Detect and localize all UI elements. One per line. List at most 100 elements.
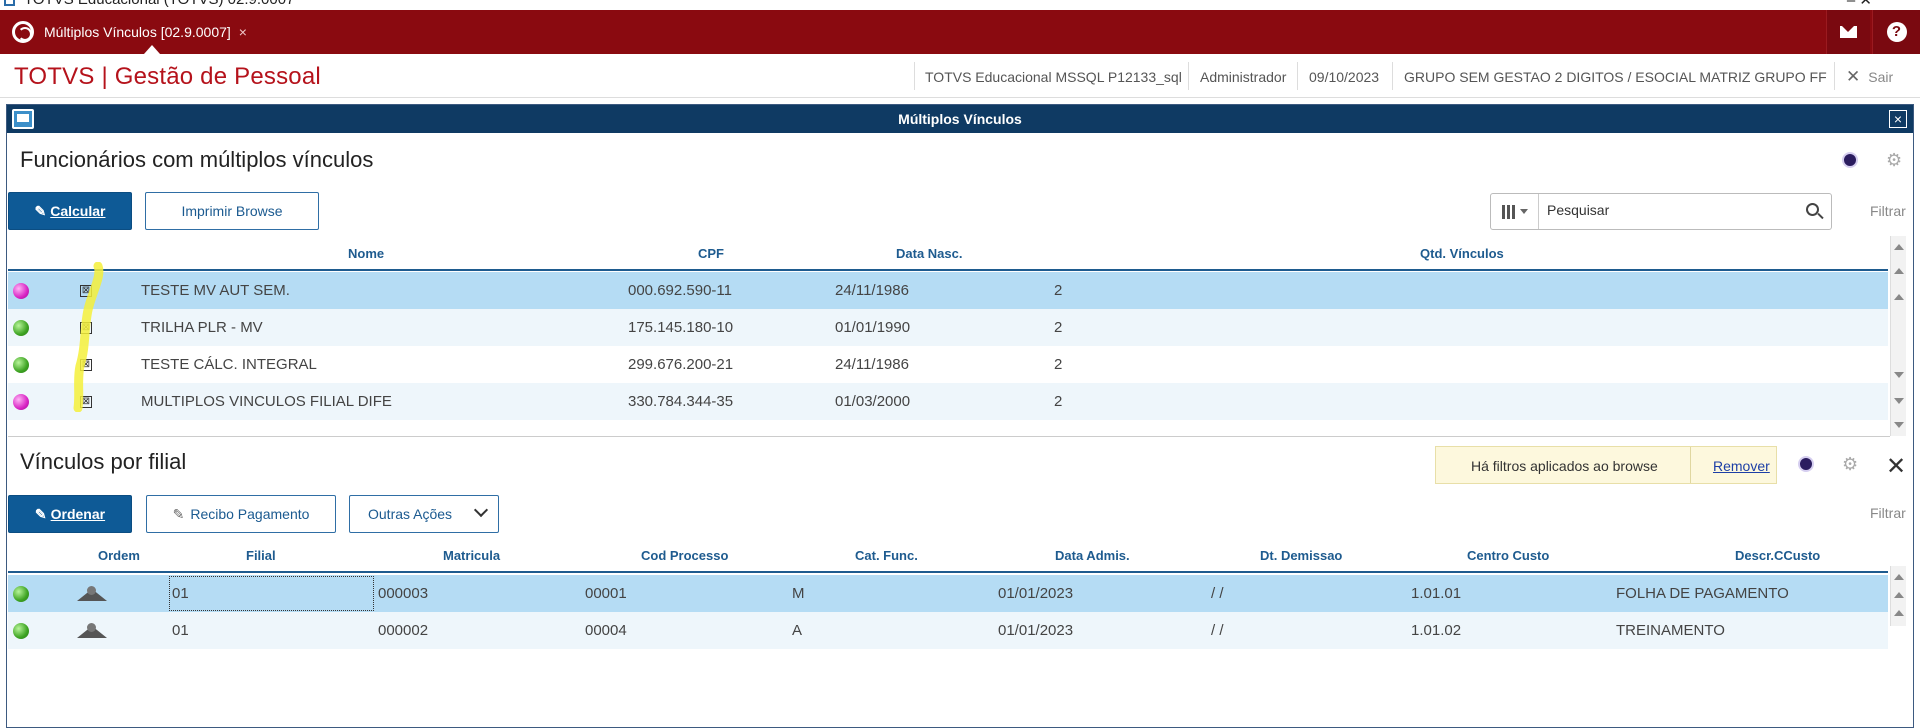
ordenar-label: Ordenar: [50, 506, 106, 522]
recibo-pagamento-button[interactable]: ✎ Recibo Pagamento: [146, 495, 336, 533]
cell-qtd: 2: [1054, 282, 1063, 299]
col-header-centro-custo[interactable]: Centro Custo: [1467, 548, 1549, 563]
cell-data-admis: 01/01/2023: [998, 585, 1074, 602]
col-header-data-nasc[interactable]: Data Nasc.: [896, 246, 962, 261]
scroll-top-icon[interactable]: [1894, 244, 1904, 250]
col-header-data-admis[interactable]: Data Admis.: [1055, 548, 1130, 563]
cell-matricula: 000003: [378, 585, 429, 602]
tab-multiplos-vinculos[interactable]: Múltiplos Vínculos [02.9.0007] ×: [44, 18, 247, 46]
tab-close-icon[interactable]: ×: [239, 24, 247, 40]
recibo-pagamento-label: Recibo Pagamento: [190, 506, 310, 522]
table-row[interactable]: ⊠ TESTE CÁLC. INTEGRAL 299.676.200-21 24…: [8, 346, 1888, 383]
scroll-page-up-icon[interactable]: [1894, 592, 1904, 598]
focused-cell[interactable]: [169, 576, 374, 611]
scroll-top-icon[interactable]: [1894, 574, 1904, 580]
scroll-page-up-icon[interactable]: [1894, 268, 1904, 274]
os-window-controls[interactable]: – ✕: [1847, 0, 1872, 9]
col-header-descr-ccusto[interactable]: Descr.CCusto: [1735, 548, 1820, 563]
table-row[interactable]: ⊠ TRILHA PLR - MV 175.145.180-10 01/01/1…: [8, 309, 1888, 346]
cell-cod-processo: 00001: [585, 585, 627, 602]
status-led-icon: [13, 283, 29, 299]
os-window-title: TOTVS Educacional (TOTVS) 02.9.0007: [24, 0, 294, 8]
search-icon[interactable]: [1806, 203, 1819, 216]
cell-data-nasc: 24/11/1986: [835, 356, 909, 373]
scroll-bottom-icon[interactable]: [1894, 422, 1904, 428]
cell-cat-func: A: [792, 622, 803, 639]
person-icon: [77, 586, 107, 601]
environment-label[interactable]: TOTVS Educacional MSSQL P12133_sql: [925, 69, 1182, 85]
active-tab-caret: [144, 45, 160, 54]
col-header-filial[interactable]: Filial: [246, 548, 276, 563]
chevron-down-icon: [1519, 209, 1528, 214]
status-led-icon: [13, 357, 29, 373]
cell-nome: TRILHA PLR - MV: [141, 319, 263, 336]
cell-qtd: 2: [1054, 356, 1063, 373]
table-row[interactable]: 01 000002 00004 A 01/01/2023 / / 1.01.02…: [8, 612, 1888, 649]
top-bar: Múltiplos Vínculos [02.9.0007] × ?: [0, 10, 1920, 54]
help-button[interactable]: ?: [1872, 10, 1920, 54]
filtrar-link[interactable]: Filtrar: [1870, 505, 1906, 521]
calcular-button[interactable]: ✎ Calcular: [8, 192, 132, 230]
search-input[interactable]: [1547, 202, 1777, 218]
cell-qtd: 2: [1054, 393, 1063, 410]
window-close-button[interactable]: ×: [1889, 110, 1907, 128]
exit-button[interactable]: ✕ Sair: [1846, 67, 1893, 87]
grid-scrollbar[interactable]: [1890, 236, 1906, 436]
window-icon: [12, 109, 34, 129]
cell-cat-func: M: [792, 585, 805, 602]
table-row[interactable]: ⊠ MULTIPLOS VINCULOS FILIAL DIFE 330.784…: [8, 383, 1888, 420]
cell-descr-ccusto: TREINAMENTO: [1616, 622, 1725, 639]
pencil-icon: ✎: [172, 505, 185, 522]
date-label[interactable]: 09/10/2023: [1309, 69, 1379, 85]
col-header-matricula[interactable]: Matricula: [443, 548, 500, 563]
remove-filter-link[interactable]: Remover: [1713, 458, 1770, 474]
col-header-nome[interactable]: Nome: [348, 246, 384, 261]
browse-config-icon[interactable]: [1842, 152, 1858, 168]
close-icon[interactable]: ✕: [1886, 452, 1906, 481]
scroll-up-icon[interactable]: [1894, 610, 1904, 616]
status-led-icon: [13, 394, 29, 410]
cell-nome: TESTE CÁLC. INTEGRAL: [141, 356, 317, 373]
cell-cod-processo: 00004: [585, 622, 627, 639]
search-box[interactable]: [1490, 193, 1832, 230]
col-header-qtd-vinculos[interactable]: Qtd. Vínculos: [1420, 246, 1504, 261]
grid-scrollbar[interactable]: [1890, 566, 1906, 626]
app-header: TOTVS | Gestão de Pessoal TOTVS Educacio…: [0, 54, 1920, 98]
totvs-logo-icon[interactable]: [12, 21, 34, 43]
highlighter-annotation: [73, 262, 104, 412]
cell-cpf: 299.676.200-21: [628, 356, 734, 373]
col-header-ordem[interactable]: Ordem: [98, 548, 140, 563]
scroll-page-down-icon[interactable]: [1894, 398, 1904, 404]
col-header-dt-demissao[interactable]: Dt. Demissao: [1260, 548, 1342, 563]
section-title-funcionarios: Funcionários com múltiplos vínculos: [20, 147, 374, 172]
col-header-cod-processo[interactable]: Cod Processo: [641, 548, 728, 563]
columns-selector[interactable]: [1491, 194, 1539, 229]
cell-nome: MULTIPLOS VINCULOS FILIAL DIFE: [141, 393, 392, 410]
cell-data-nasc: 01/03/2000: [835, 393, 911, 410]
cell-filial: 01: [172, 585, 189, 602]
columns-icon: [1501, 204, 1515, 219]
cell-centro-custo: 1.01.02: [1411, 622, 1462, 639]
scroll-up-icon[interactable]: [1894, 294, 1904, 300]
header-divider: [1392, 62, 1393, 90]
gear-icon[interactable]: ⚙: [1886, 150, 1902, 171]
company-label[interactable]: GRUPO SEM GESTAO 2 DIGITOS / ESOCIAL MAT…: [1404, 69, 1827, 85]
col-header-cpf[interactable]: CPF: [698, 246, 724, 261]
col-header-cat-func[interactable]: Cat. Func.: [855, 548, 918, 563]
mail-button[interactable]: [1826, 10, 1870, 54]
scroll-down-icon[interactable]: [1894, 372, 1904, 378]
chevron-down-icon: [473, 502, 489, 518]
browse-config-icon[interactable]: [1798, 456, 1814, 472]
table-row[interactable]: ⊠ TESTE MV AUT SEM. 000.692.590-11 24/11…: [8, 272, 1888, 309]
imprimir-browse-button[interactable]: Imprimir Browse: [145, 192, 319, 230]
filtrar-link[interactable]: Filtrar: [1870, 203, 1906, 219]
user-label[interactable]: Administrador: [1200, 69, 1286, 85]
gear-icon[interactable]: ⚙: [1842, 454, 1858, 475]
ordenar-button[interactable]: ✎ Ordenar: [8, 495, 132, 533]
cell-cpf: 175.145.180-10: [628, 319, 734, 336]
table-row[interactable]: 01 000003 00001 M 01/01/2023 / / 1.01.01…: [8, 575, 1888, 612]
outras-acoes-button[interactable]: Outras Ações: [349, 495, 499, 533]
person-icon: [77, 623, 107, 638]
cell-centro-custo: 1.01.01: [1411, 585, 1462, 602]
cell-dt-demissao: / /: [1211, 585, 1224, 602]
